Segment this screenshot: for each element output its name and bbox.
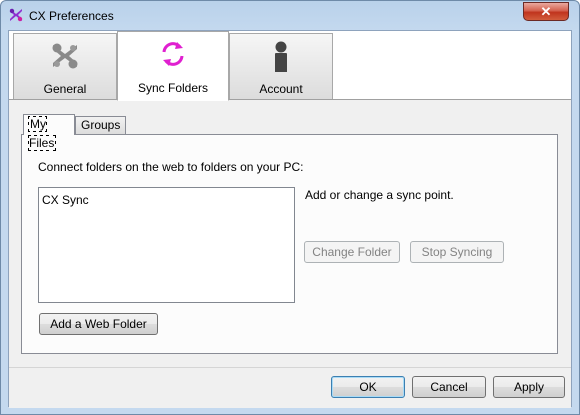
close-icon: ✕ xyxy=(540,4,552,19)
subtab-groups-label: Groups xyxy=(81,118,121,132)
window-title: CX Preferences xyxy=(29,9,114,23)
tab-sync-folders[interactable]: Sync Folders xyxy=(117,31,229,101)
preferences-window: CX Preferences ✕ General Sync Folders Ac… xyxy=(0,0,580,415)
hint-text: Add or change a sync point. xyxy=(305,188,454,202)
subtab-my-files[interactable]: My Files xyxy=(23,114,75,151)
subtab-groups[interactable]: Groups xyxy=(75,116,126,134)
apply-button[interactable]: Apply xyxy=(493,376,565,398)
sync-arrows-icon xyxy=(162,42,184,66)
add-web-folder-button[interactable]: Add a Web Folder xyxy=(39,313,158,335)
close-button[interactable]: ✕ xyxy=(523,2,569,21)
cx-gray-logo-icon xyxy=(52,43,78,69)
instruction-text: Connect folders on the web to folders on… xyxy=(38,160,304,174)
preferences-toolbar: General Sync Folders Account xyxy=(9,31,571,101)
list-item[interactable]: CX Sync xyxy=(42,193,89,207)
my-files-panel: Connect folders on the web to folders on… xyxy=(21,134,558,354)
tab-account[interactable]: Account xyxy=(229,33,333,99)
subtab-my-files-label: My Files xyxy=(27,116,57,151)
tab-sync-folders-label: Sync Folders xyxy=(137,81,209,95)
client-area: General Sync Folders Account My Files Gr… xyxy=(8,30,572,408)
sync-folders-page: My Files Groups Connect folders on the w… xyxy=(9,100,571,387)
tab-general[interactable]: General xyxy=(13,33,117,99)
cx-logo-icon xyxy=(9,8,23,22)
dialog-footer: OK Cancel Apply xyxy=(9,367,571,408)
sync-points-list[interactable]: CX Sync xyxy=(38,187,295,303)
person-icon xyxy=(275,41,287,72)
change-folder-button[interactable]: Change Folder xyxy=(304,241,400,263)
ok-button[interactable]: OK xyxy=(331,376,405,398)
tab-account-label: Account xyxy=(259,82,303,96)
tab-general-label: General xyxy=(43,82,87,96)
title-bar[interactable]: CX Preferences ✕ xyxy=(1,1,579,30)
stop-syncing-button[interactable]: Stop Syncing xyxy=(410,241,504,263)
cancel-button[interactable]: Cancel xyxy=(412,376,486,398)
